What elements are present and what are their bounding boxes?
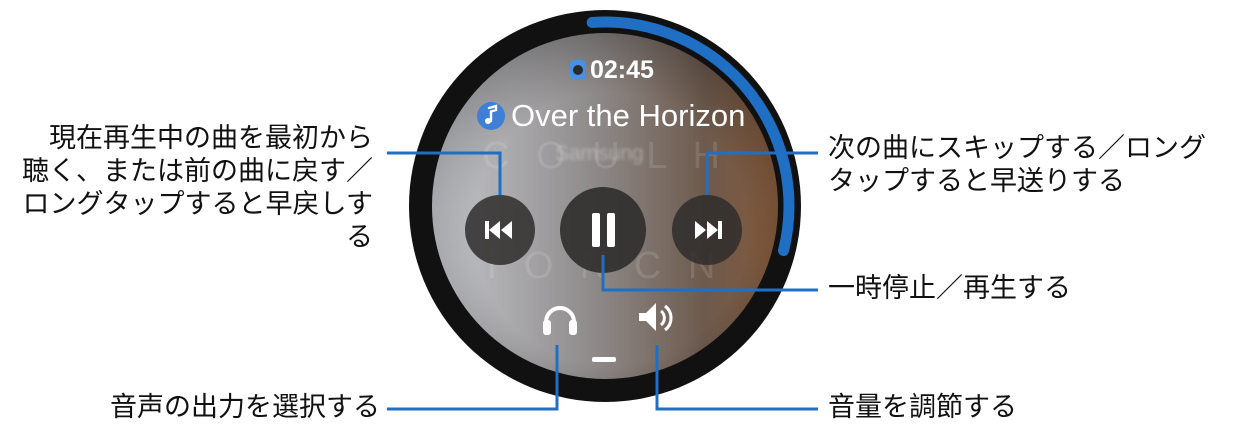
track-artist: Samsung [555,142,644,165]
annotation-output: 音声の出力を選択する [110,392,380,423]
annotation-volume: 音量を調節する [828,392,1017,423]
annotation-previous: 現在再生中の曲を最初から 聴く、または前の曲に戻す／ ロングタップすると早戻しす… [22,123,373,253]
previous-button[interactable] [465,195,535,265]
annotation-next: 次の曲にスキップする／ロング タップすると早送りする [828,133,1206,197]
track-title: Over the Horizon [511,98,746,133]
next-button[interactable] [672,195,742,265]
music-note-icon [477,102,505,130]
annotation-pause: 一時停止／再生する [828,273,1071,304]
watch-icon [570,60,586,80]
page-indicator [592,357,616,362]
diagram: C O U L H I O N C N [0,0,1238,423]
status-time: 02:45 [590,56,654,84]
